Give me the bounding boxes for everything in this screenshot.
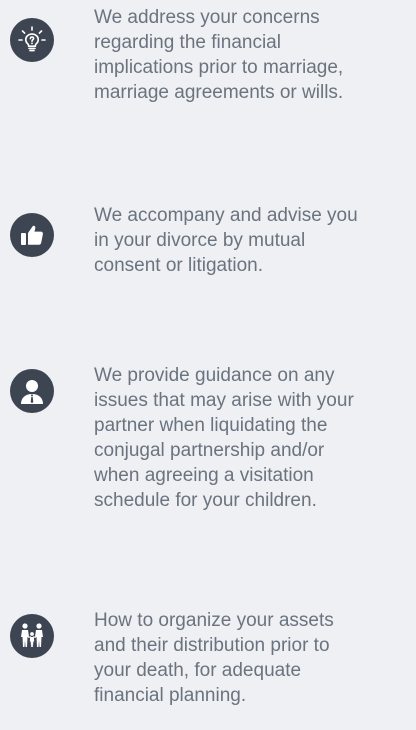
- thumbs-up-icon: [10, 213, 54, 257]
- service-description: We address your concerns regarding the f…: [94, 7, 344, 103]
- family-icon: [10, 614, 54, 658]
- service-description: We provide guidance on any issues that m…: [94, 365, 354, 511]
- service-description: How to organize your assets and their di…: [94, 610, 334, 706]
- services-page: We address your concerns regarding the f…: [0, 0, 416, 730]
- person-icon: [10, 369, 54, 413]
- lightbulb-idea-icon: [10, 18, 54, 62]
- service-description: We accompany and advise you in your divo…: [94, 205, 358, 276]
